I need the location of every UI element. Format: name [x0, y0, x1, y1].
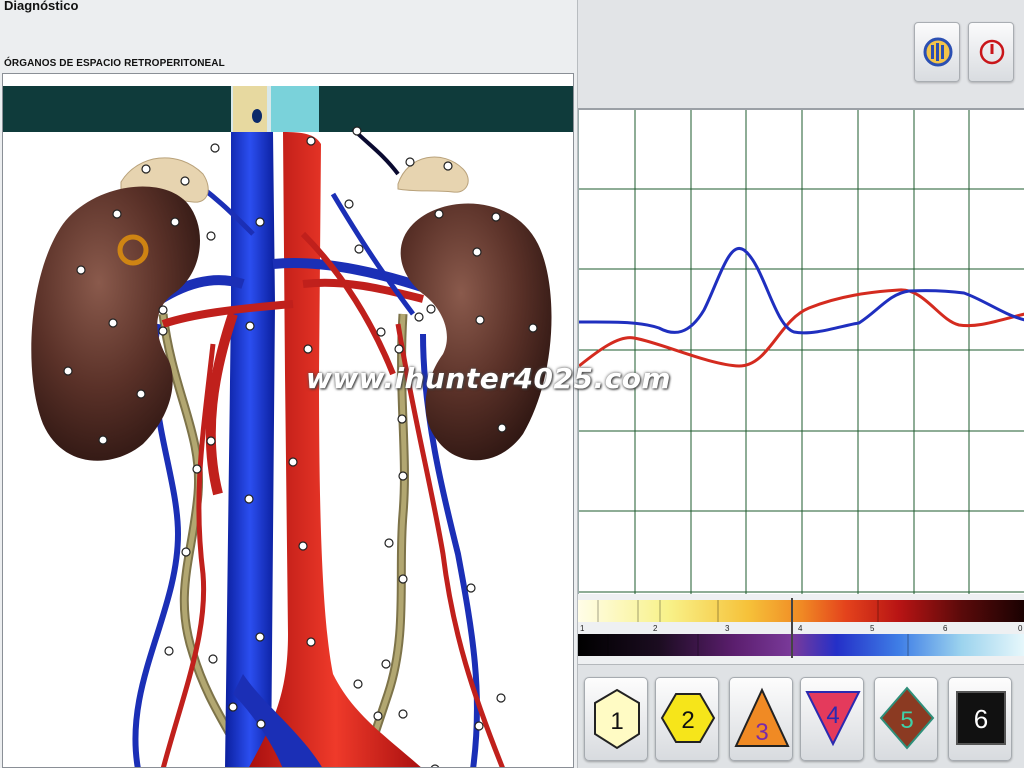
signal-graph: [578, 110, 1024, 594]
color-scale: 1 2 3 4 5 6 0: [578, 594, 1024, 664]
level-2-button[interactable]: 2: [655, 677, 719, 761]
scale-tick-label: 4: [798, 624, 803, 633]
app-window: Diagnóstico ÓRGANOS DE ESPACIO RETROPERI…: [0, 0, 1024, 768]
hexagon-2-icon: 2: [660, 693, 716, 743]
organ-image[interactable]: [2, 73, 574, 768]
scale-tick-label: 2: [653, 624, 658, 633]
level-4-label: 4: [826, 702, 839, 729]
level-5-label: 5: [900, 707, 913, 734]
triangle-up-icon: 3: [734, 687, 790, 747]
level-3-button[interactable]: 3: [729, 677, 793, 761]
power-button[interactable]: [968, 22, 1014, 82]
toolbar: [578, 0, 1024, 110]
level-5-button[interactable]: 5: [874, 677, 938, 761]
scale-tick-label: 6: [943, 624, 948, 633]
hexagon-1-icon: 1: [594, 688, 640, 750]
level-button-bar: 1 2 3 4 5 6: [578, 664, 1024, 768]
retroperitoneal-organs-illustration: [3, 74, 573, 767]
watermark: www.ihunter4025.com: [306, 362, 672, 395]
level-1-button[interactable]: 1: [584, 677, 648, 761]
level-4-button[interactable]: 4: [800, 677, 864, 761]
square-icon: 6: [956, 691, 1006, 745]
color-scale-bars: 1 2 3 4 5 6 0: [578, 598, 1024, 658]
audio-button[interactable]: [914, 22, 960, 82]
scale-tick-label: 5: [870, 624, 875, 633]
scale-tick-label: 3: [725, 624, 730, 633]
triangle-down-icon: 4: [805, 691, 861, 747]
scale-tick-label: 1: [580, 624, 585, 633]
diamond-icon: 5: [879, 686, 935, 750]
level-1-label: 1: [610, 708, 623, 735]
scale-tick-label: 0: [1018, 624, 1023, 633]
level-6-label: 6: [974, 704, 988, 734]
power-icon: [979, 39, 1005, 65]
level-6-button[interactable]: 6: [948, 677, 1012, 761]
audio-icon: [923, 37, 953, 67]
window-title: Diagnóstico: [4, 0, 79, 13]
level-2-label: 2: [681, 707, 694, 734]
graph-chart: [578, 110, 1024, 594]
level-3-label: 3: [755, 719, 768, 746]
section-label: ÓRGANOS DE ESPACIO RETROPERITONEAL: [4, 58, 225, 69]
